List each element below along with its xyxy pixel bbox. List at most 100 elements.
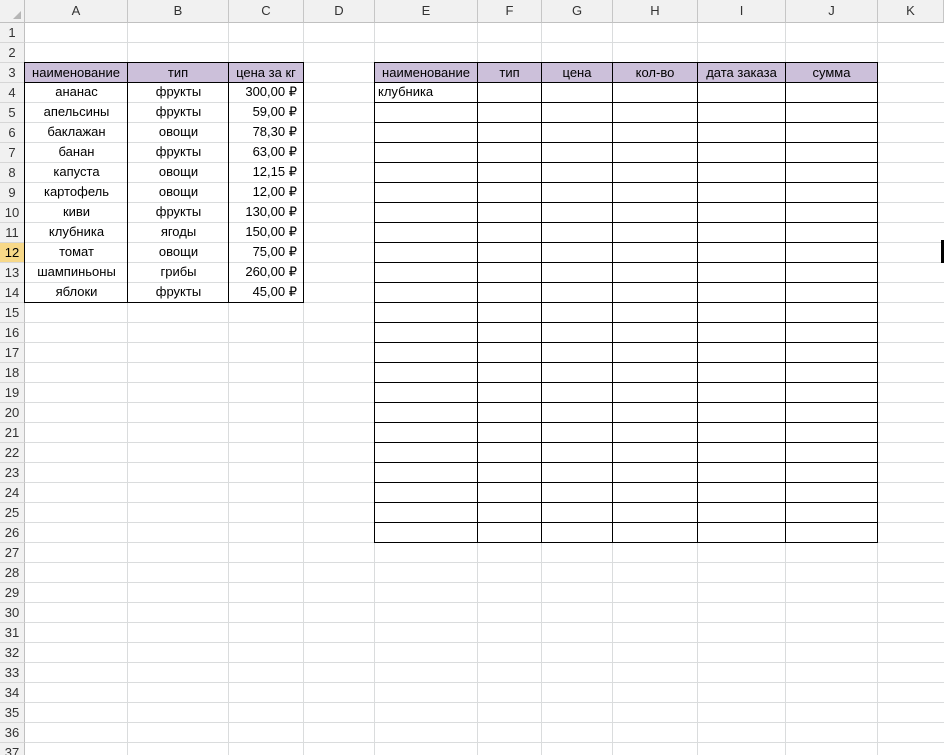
row-header-23[interactable]: 23 [0, 463, 25, 483]
row-header-7[interactable]: 7 [0, 143, 25, 163]
price-table-cell-name[interactable]: шампиньоны [24, 262, 128, 283]
order-table-cell-qty[interactable] [612, 162, 698, 183]
order-table-cell-name[interactable] [374, 382, 478, 403]
column-header-b[interactable]: B [128, 0, 229, 23]
order-table-cell-name[interactable] [374, 402, 478, 423]
order-table-cell-sum[interactable] [785, 102, 878, 123]
order-table-cell-sum[interactable] [785, 122, 878, 143]
order-table-cell-type[interactable] [477, 522, 542, 543]
order-table-header-name[interactable]: наименование [374, 62, 478, 83]
order-table-cell-price[interactable] [541, 382, 613, 403]
order-table-cell-qty[interactable] [612, 282, 698, 303]
order-table-cell-sum[interactable] [785, 182, 878, 203]
order-table-cell-type[interactable] [477, 362, 542, 383]
price-table-cell-price[interactable]: 12,15 ₽ [228, 162, 304, 183]
order-table-cell-price[interactable] [541, 242, 613, 263]
order-table-cell-price[interactable] [541, 162, 613, 183]
price-table-cell-price[interactable]: 150,00 ₽ [228, 222, 304, 243]
row-header-17[interactable]: 17 [0, 343, 25, 363]
row-header-31[interactable]: 31 [0, 623, 25, 643]
column-header-g[interactable]: G [542, 0, 613, 23]
order-table-cell-name[interactable] [374, 222, 478, 243]
order-table-cell-sum[interactable] [785, 362, 878, 383]
row-header-24[interactable]: 24 [0, 483, 25, 503]
order-table-cell-name[interactable] [374, 522, 478, 543]
column-header-d[interactable]: D [304, 0, 375, 23]
select-all-corner[interactable] [0, 0, 25, 23]
order-table-cell-type[interactable] [477, 102, 542, 123]
order-table-cell-type[interactable] [477, 382, 542, 403]
order-table-cell-qty[interactable] [612, 122, 698, 143]
order-table-cell-qty[interactable] [612, 442, 698, 463]
order-table-cell-date[interactable] [697, 402, 786, 423]
row-header-19[interactable]: 19 [0, 383, 25, 403]
order-table-cell-name[interactable] [374, 462, 478, 483]
order-table-cell-date[interactable] [697, 122, 786, 143]
order-table-cell-sum[interactable] [785, 282, 878, 303]
order-table-cell-type[interactable] [477, 322, 542, 343]
order-table-header-qty[interactable]: кол-во [612, 62, 698, 83]
order-table-cell-type[interactable] [477, 282, 542, 303]
order-table-cell-date[interactable] [697, 282, 786, 303]
row-header-12[interactable]: 12 [0, 243, 25, 263]
order-table-cell-sum[interactable] [785, 482, 878, 503]
price-table-cell-name[interactable]: баклажан [24, 122, 128, 143]
row-header-15[interactable]: 15 [0, 303, 25, 323]
row-header-9[interactable]: 9 [0, 183, 25, 203]
order-table-cell-sum[interactable] [785, 422, 878, 443]
order-table-cell-name[interactable] [374, 322, 478, 343]
order-table-cell-sum[interactable] [785, 342, 878, 363]
price-table-cell-name[interactable]: апельсины [24, 102, 128, 123]
order-table-cell-date[interactable] [697, 502, 786, 523]
price-table-cell-price[interactable]: 300,00 ₽ [228, 82, 304, 103]
order-table-cell-sum[interactable] [785, 502, 878, 523]
price-table-cell-price[interactable]: 78,30 ₽ [228, 122, 304, 143]
order-table-cell-type[interactable] [477, 302, 542, 323]
row-header-25[interactable]: 25 [0, 503, 25, 523]
order-table-cell-name[interactable]: клубника [374, 82, 478, 103]
order-table-cell-price[interactable] [541, 282, 613, 303]
price-table-cell-price[interactable]: 59,00 ₽ [228, 102, 304, 123]
price-table-cell-type[interactable]: фрукты [127, 282, 229, 303]
order-table-cell-price[interactable] [541, 122, 613, 143]
row-header-4[interactable]: 4 [0, 83, 25, 103]
order-table-cell-date[interactable] [697, 322, 786, 343]
order-table-cell-name[interactable] [374, 242, 478, 263]
row-header-33[interactable]: 33 [0, 663, 25, 683]
order-table-cell-sum[interactable] [785, 442, 878, 463]
order-table-cell-sum[interactable] [785, 82, 878, 103]
price-table-cell-name[interactable]: капуста [24, 162, 128, 183]
order-table-cell-price[interactable] [541, 402, 613, 423]
order-table-cell-price[interactable] [541, 222, 613, 243]
order-table-cell-name[interactable] [374, 102, 478, 123]
row-header-37[interactable]: 37 [0, 743, 25, 755]
order-table-cell-qty[interactable] [612, 302, 698, 323]
price-table-cell-name[interactable]: ананас [24, 82, 128, 103]
order-table-cell-qty[interactable] [612, 242, 698, 263]
price-table-cell-name[interactable]: яблоки [24, 282, 128, 303]
order-table-cell-type[interactable] [477, 82, 542, 103]
order-table-cell-name[interactable] [374, 442, 478, 463]
order-table-cell-price[interactable] [541, 422, 613, 443]
order-table-cell-sum[interactable] [785, 462, 878, 483]
order-table-cell-price[interactable] [541, 522, 613, 543]
order-table-cell-name[interactable] [374, 302, 478, 323]
row-header-32[interactable]: 32 [0, 643, 25, 663]
order-table-cell-type[interactable] [477, 482, 542, 503]
order-table-cell-qty[interactable] [612, 362, 698, 383]
order-table-cell-qty[interactable] [612, 222, 698, 243]
column-header-c[interactable]: C [229, 0, 304, 23]
order-table-cell-qty[interactable] [612, 522, 698, 543]
column-header-j[interactable]: J [786, 0, 878, 23]
order-table-cell-date[interactable] [697, 242, 786, 263]
order-table-cell-qty[interactable] [612, 462, 698, 483]
price-table-cell-price[interactable]: 130,00 ₽ [228, 202, 304, 223]
order-table-cell-qty[interactable] [612, 102, 698, 123]
price-table-header-price[interactable]: цена за кг [228, 62, 304, 83]
order-table-cell-qty[interactable] [612, 202, 698, 223]
order-table-cell-price[interactable] [541, 362, 613, 383]
price-table-cell-type[interactable]: фрукты [127, 202, 229, 223]
order-table-cell-type[interactable] [477, 462, 542, 483]
order-table-cell-type[interactable] [477, 342, 542, 363]
order-table-cell-name[interactable] [374, 422, 478, 443]
